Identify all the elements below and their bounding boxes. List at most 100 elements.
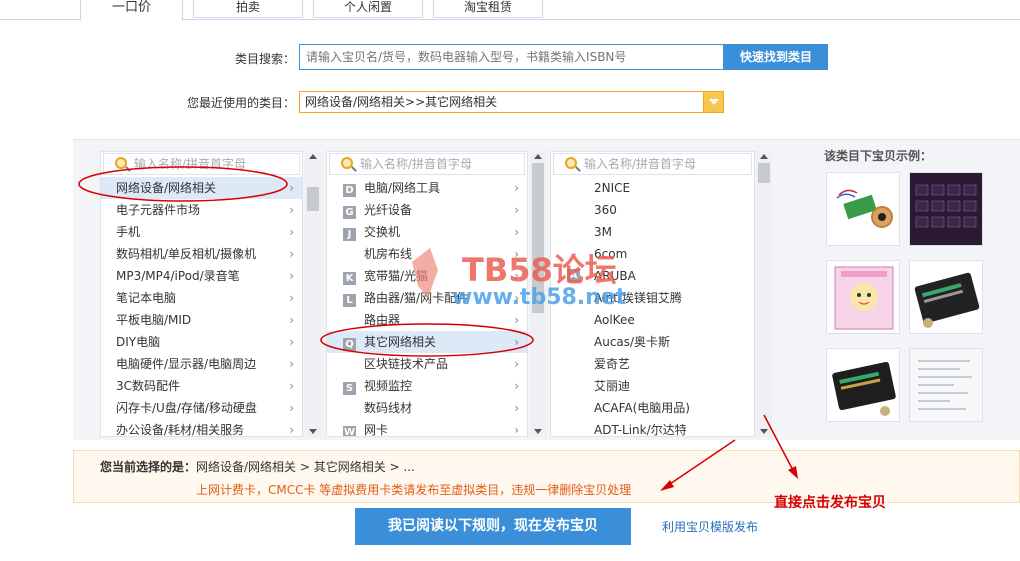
category-item-label: 电脑/网络工具 [364, 181, 441, 195]
index-letter-badge [343, 246, 356, 259]
category-item-label: 3C数码配件 [116, 379, 181, 393]
recent-category-select[interactable]: 网络设备/网络相关>>其它网络相关 [299, 91, 724, 113]
chevron-right-icon: › [514, 423, 519, 437]
category-item[interactable]: 数码相机/单反相机/摄像机 › [101, 243, 302, 265]
current-selection: 您当前选择的是：网络设备/网络相关 > 其它网络相关 > ... [100, 458, 415, 475]
scrollbar-1[interactable] [305, 151, 321, 437]
category-item-label: 路由器 [364, 313, 401, 327]
chevron-right-icon: › [514, 357, 519, 371]
warning-text: 上网计费卡，CMCC卡 等虚拟费用卡类请发布至虚拟类目，违规一律删除宝贝处理 [196, 483, 632, 497]
category-item[interactable]: ADT-Link/尔达特 [551, 419, 754, 437]
chevron-right-icon: › [514, 225, 519, 239]
category-item[interactable]: Aucas/奥卡斯 [551, 331, 754, 353]
category-item[interactable]: 办公设备/耗材/相关服务 › [101, 419, 302, 437]
category-item[interactable]: 数码线材 › [327, 397, 527, 419]
scroll-up-icon[interactable] [309, 154, 317, 159]
category-item[interactable]: 笔记本电脑 › [101, 287, 302, 309]
column-search-placeholder: 输入名称/拼音首字母 [584, 157, 697, 171]
tab-fixed-price[interactable]: 一口价 [80, 0, 183, 21]
category-item-label: 电脑硬件/显示器/电脑周边 [116, 357, 257, 371]
examples-title: 该类目下宝贝示例： [824, 149, 933, 163]
category-item[interactable]: J 交换机 › [327, 221, 527, 243]
category-item-label: 数码线材 [364, 401, 413, 415]
scroll-thumb[interactable] [307, 187, 319, 211]
category-item[interactable]: S 视频监控 › [327, 375, 527, 397]
chevron-right-icon: › [514, 401, 519, 415]
search-icon [341, 157, 353, 169]
category-item-label: 视频监控 [364, 379, 413, 393]
search-icon [565, 157, 577, 169]
category-item[interactable]: DIY电脑 › [101, 331, 302, 353]
scroll-down-icon[interactable] [760, 429, 768, 434]
category-item[interactable]: 360 [551, 199, 754, 221]
example-image-wallet[interactable] [909, 260, 983, 334]
category-item[interactable]: 电脑硬件/显示器/电脑周边 › [101, 353, 302, 375]
category-item-label: 艾丽迪 [594, 379, 631, 393]
category-item-label: 办公设备/耗材/相关服务 [116, 423, 245, 437]
category-item-label: Aucas/奥卡斯 [594, 335, 671, 349]
current-selection-prefix: 您当前选择的是： [100, 460, 197, 474]
category-item[interactable]: 3M [551, 221, 754, 243]
category-search-input[interactable] [299, 44, 724, 70]
scrollbar-3[interactable] [756, 151, 772, 437]
chevron-right-icon: › [289, 357, 294, 371]
recent-category-value: 网络设备/网络相关>>其它网络相关 [305, 95, 498, 109]
category-item[interactable]: 艾丽迪 [551, 375, 754, 397]
category-item[interactable]: 3C数码配件 › [101, 375, 302, 397]
category-item-label: 3M [594, 225, 612, 239]
scroll-thumb[interactable] [758, 163, 770, 183]
column-search-input[interactable]: 输入名称/拼音首字母 [553, 153, 752, 175]
chevron-right-icon: › [289, 401, 294, 415]
index-letter-badge [343, 312, 356, 325]
index-letter-badge: S [343, 382, 356, 395]
category-item-label: ADT-Link/尔达特 [594, 423, 687, 437]
category-item[interactable]: Q 其它网络相关 › [327, 331, 527, 353]
tab-taobao-rental[interactable]: 淘宝租赁 [433, 0, 543, 18]
category-item[interactable]: 平板电脑/MID › [101, 309, 302, 331]
example-image-pcb[interactable] [826, 172, 900, 246]
column-search-input[interactable]: 输入名称/拼音首字母 [103, 153, 300, 175]
category-item-label: DIY电脑 [116, 335, 161, 349]
category-item[interactable]: 网络设备/网络相关 › [101, 177, 302, 199]
category-item[interactable]: 爱奇艺 [551, 353, 754, 375]
publish-button[interactable]: 我已阅读以下规则，现在发布宝贝 [355, 508, 631, 545]
example-image-screen[interactable] [909, 172, 983, 246]
category-item-label: 交换机 [364, 225, 401, 239]
category-item-label: MP3/MP4/iPod/录音笔 [116, 269, 240, 283]
tab-auction[interactable]: 拍卖 [193, 0, 303, 18]
category-item-label: 360 [594, 203, 617, 217]
category-item-label: 机房布线 [364, 247, 413, 261]
index-letter-badge [567, 423, 580, 436]
category-item[interactable]: 闪存卡/U盘/存储/移动硬盘 › [101, 397, 302, 419]
chevron-right-icon: › [289, 247, 294, 261]
index-letter-badge [567, 225, 580, 238]
category-item[interactable]: MP3/MP4/iPod/录音笔 › [101, 265, 302, 287]
category-list-1: 网络设备/网络相关 › 电子元器件市场 › 手机 › 数码相机/单反相机/摄像机 › MP3/M… [101, 177, 302, 437]
category-item[interactable]: W 网卡 › [327, 419, 527, 437]
scroll-down-icon[interactable] [534, 429, 542, 434]
category-item-label: 平板电脑/MID [116, 313, 192, 327]
category-item[interactable]: D 电脑/网络工具 › [327, 177, 527, 199]
category-item[interactable]: G 光纤设备 › [327, 199, 527, 221]
category-item[interactable]: AolKee [551, 309, 754, 331]
index-letter-badge: K [343, 272, 356, 285]
column-search-input[interactable]: 输入名称/拼音首字母 [329, 153, 525, 175]
category-item[interactable]: 手机 › [101, 221, 302, 243]
category-item[interactable]: ACAFA(电脑用品) [551, 397, 754, 419]
dropdown-arrow-icon[interactable] [703, 92, 723, 112]
scroll-down-icon[interactable] [309, 429, 317, 434]
category-item[interactable]: 电子元器件市场 › [101, 199, 302, 221]
tab-personal-idle[interactable]: 个人闲置 [313, 0, 423, 18]
template-publish-link[interactable]: 利用宝贝模版发布 [662, 518, 758, 535]
example-image-card[interactable] [826, 260, 900, 334]
example-image-document[interactable] [909, 348, 983, 422]
category-item[interactable]: 2NICE [551, 177, 754, 199]
index-letter-badge [567, 203, 580, 216]
category-item[interactable]: 区块链技术产品 › [327, 353, 527, 375]
example-image-wallet-2[interactable] [826, 348, 900, 422]
chevron-right-icon: › [514, 181, 519, 195]
quick-find-button[interactable]: 快速找到类目 [724, 44, 828, 70]
category-item[interactable]: 路由器 › [327, 309, 527, 331]
scroll-up-icon[interactable] [760, 154, 768, 159]
scroll-up-icon[interactable] [534, 154, 542, 159]
